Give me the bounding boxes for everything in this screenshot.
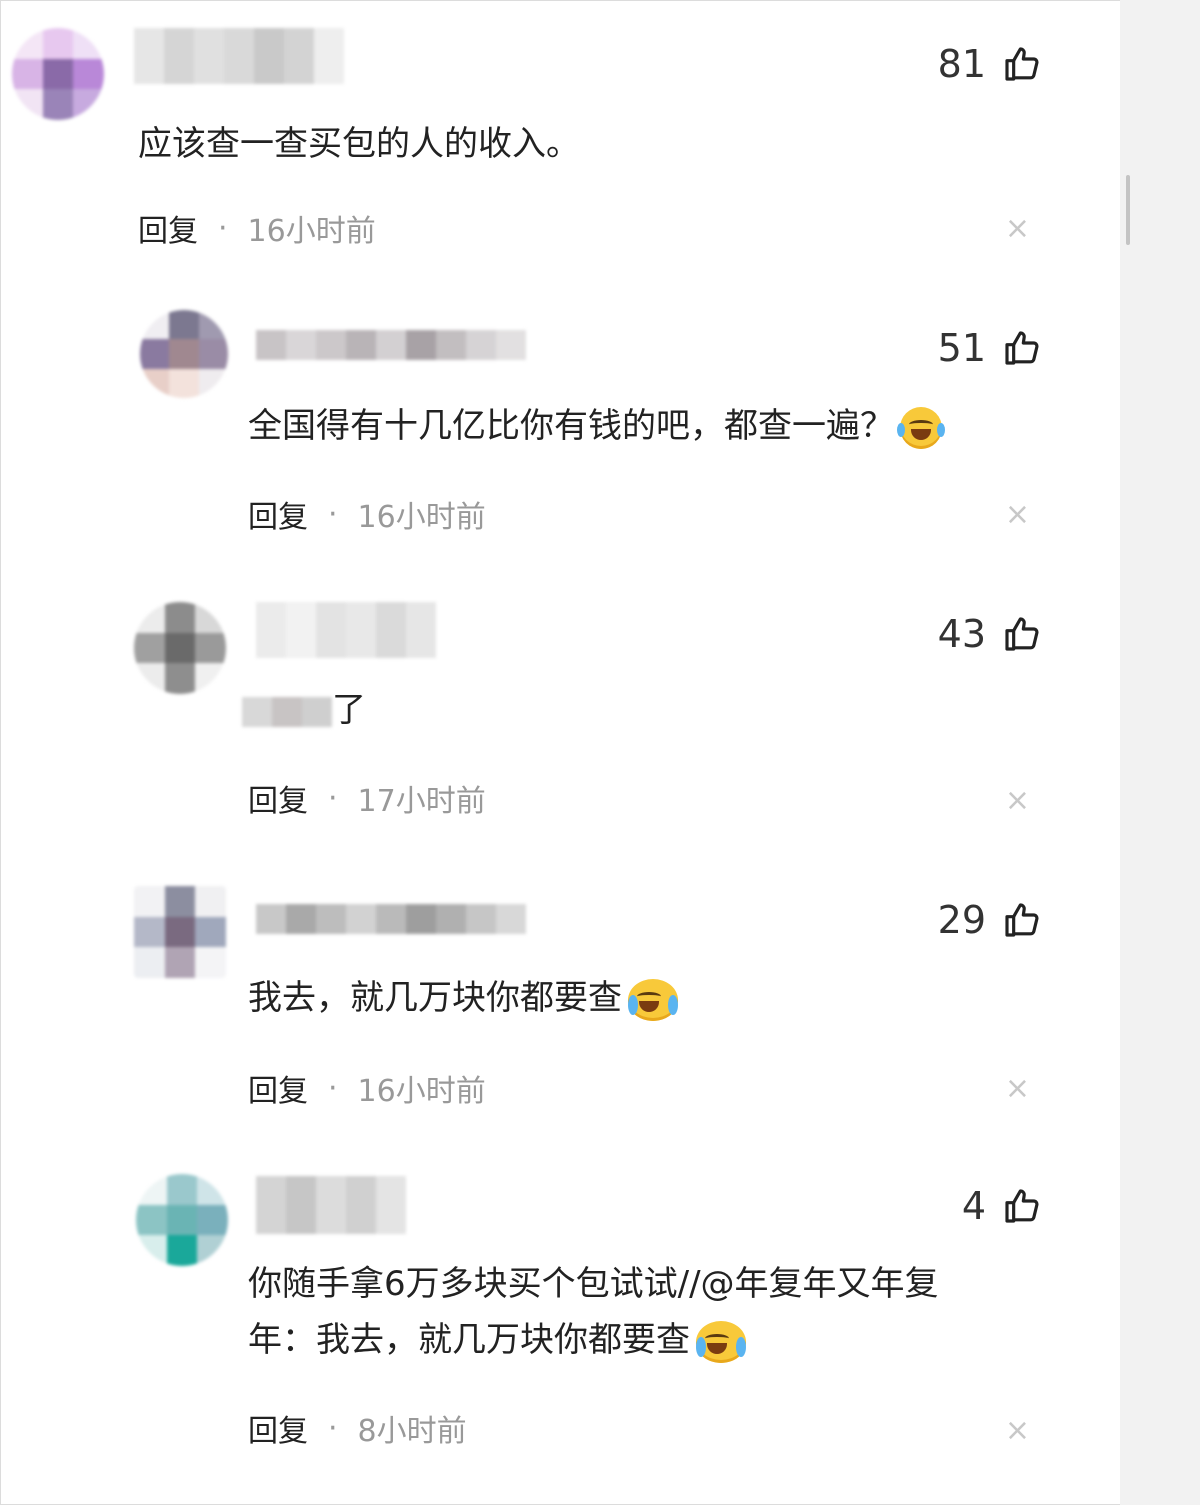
separator-dot: · [328, 1070, 338, 1106]
like-count-value: 4 [961, 1184, 986, 1228]
avatar[interactable] [136, 1174, 228, 1266]
avatar[interactable] [134, 886, 226, 978]
comment-text-line-1: 你随手拿6万多块买个包试试//@年复年又年复 [248, 1264, 939, 1304]
crying-emoji [696, 1320, 746, 1363]
comment-meta: 回复 · 16小时前 [248, 1066, 486, 1110]
comment-item: 4 你随手拿6万多块买个包试试//@年复年又年复 年：我去，就几万块你都要查 回… [0, 1170, 1110, 1490]
separator-dot: · [328, 780, 338, 816]
timestamp: 16小时前 [357, 1074, 486, 1109]
username-blurred[interactable] [256, 904, 526, 934]
close-icon[interactable]: × [1005, 500, 1030, 530]
comment-text: 了 [332, 690, 366, 730]
thumbs-up-icon[interactable] [1002, 614, 1042, 654]
like-count-value: 29 [937, 898, 986, 942]
thumbs-up-icon[interactable] [1002, 1186, 1042, 1226]
close-icon[interactable]: × [1005, 1074, 1030, 1104]
comment-text-row: 我去，就几万块你都要查 [248, 970, 678, 1026]
crying-emoji [628, 978, 678, 1021]
comment-item: 81 应该查一查买包的人的收入。 回复 · 16小时前 × [0, 0, 1110, 280]
like-count[interactable]: 43 [938, 612, 1042, 656]
avatar[interactable] [134, 602, 226, 694]
like-count[interactable]: 29 [938, 898, 1042, 942]
like-count-value: 81 [937, 42, 986, 86]
like-count[interactable]: 51 [938, 326, 1042, 370]
text-blurred [242, 696, 332, 727]
comment-item: 43 了 回复 · 17小时前 × [0, 590, 1110, 870]
comment-text-row: 年：我去，就几万块你都要查 [248, 1312, 746, 1368]
comment-meta: 回复 · 17小时前 [248, 776, 486, 820]
comment-text: 全国得有十几亿比你有钱的吧，都查一遍？ [248, 406, 894, 446]
username-blurred[interactable] [256, 330, 526, 360]
thumbs-up-icon[interactable] [1002, 900, 1042, 940]
reply-button[interactable]: 回复 [248, 776, 308, 820]
close-icon[interactable]: × [1005, 1416, 1030, 1446]
comment-text: 应该查一查买包的人的收入。 [138, 124, 580, 164]
comment-text-line-2: 年：我去，就几万块你都要查 [248, 1320, 690, 1360]
like-count[interactable]: 81 [938, 42, 1042, 86]
comment-text-row: 全国得有十几亿比你有钱的吧，都查一遍？ [248, 398, 945, 454]
thumbs-up-icon[interactable] [1002, 328, 1042, 368]
laughing-tears-emoji [897, 406, 945, 449]
comment-meta: 回复 · 16小时前 [248, 492, 486, 536]
timestamp: 8小时前 [357, 1414, 467, 1449]
timestamp: 16小时前 [357, 500, 486, 535]
separator-dot: · [328, 1410, 338, 1446]
side-panel [1120, 0, 1200, 1505]
scrollbar[interactable] [1126, 175, 1130, 245]
comment-item: 51 全国得有十几亿比你有钱的吧，都查一遍？ 回复 · 16小时前 × [0, 290, 1110, 570]
separator-dot: · [328, 496, 338, 532]
comment-text-row: 了 [242, 682, 366, 738]
thumbs-up-icon[interactable] [1002, 44, 1042, 84]
comment-item: 29 我去，就几万块你都要查 回复 · 16小时前 × [0, 876, 1110, 1156]
reply-button[interactable]: 回复 [248, 1406, 308, 1450]
close-icon[interactable]: × [1005, 786, 1030, 816]
timestamp: 17小时前 [357, 784, 486, 819]
username-blurred[interactable] [134, 28, 344, 84]
close-icon[interactable]: × [1005, 214, 1030, 244]
username-blurred[interactable] [256, 1176, 406, 1234]
separator-dot: · [218, 210, 228, 246]
reply-button[interactable]: 回复 [248, 1066, 308, 1110]
comment-meta: 回复 · 8小时前 [248, 1406, 467, 1450]
reply-button[interactable]: 回复 [138, 206, 198, 250]
timestamp: 16小时前 [247, 214, 376, 249]
avatar[interactable] [12, 28, 104, 120]
comment-meta: 回复 · 16小时前 [138, 206, 376, 250]
comment-text: 我去，就几万块你都要查 [248, 978, 622, 1018]
like-count-value: 51 [937, 326, 986, 370]
avatar[interactable] [140, 310, 228, 398]
username-blurred[interactable] [256, 602, 436, 658]
reply-button[interactable]: 回复 [248, 492, 308, 536]
like-count[interactable]: 4 [962, 1184, 1042, 1228]
like-count-value: 43 [937, 612, 986, 656]
